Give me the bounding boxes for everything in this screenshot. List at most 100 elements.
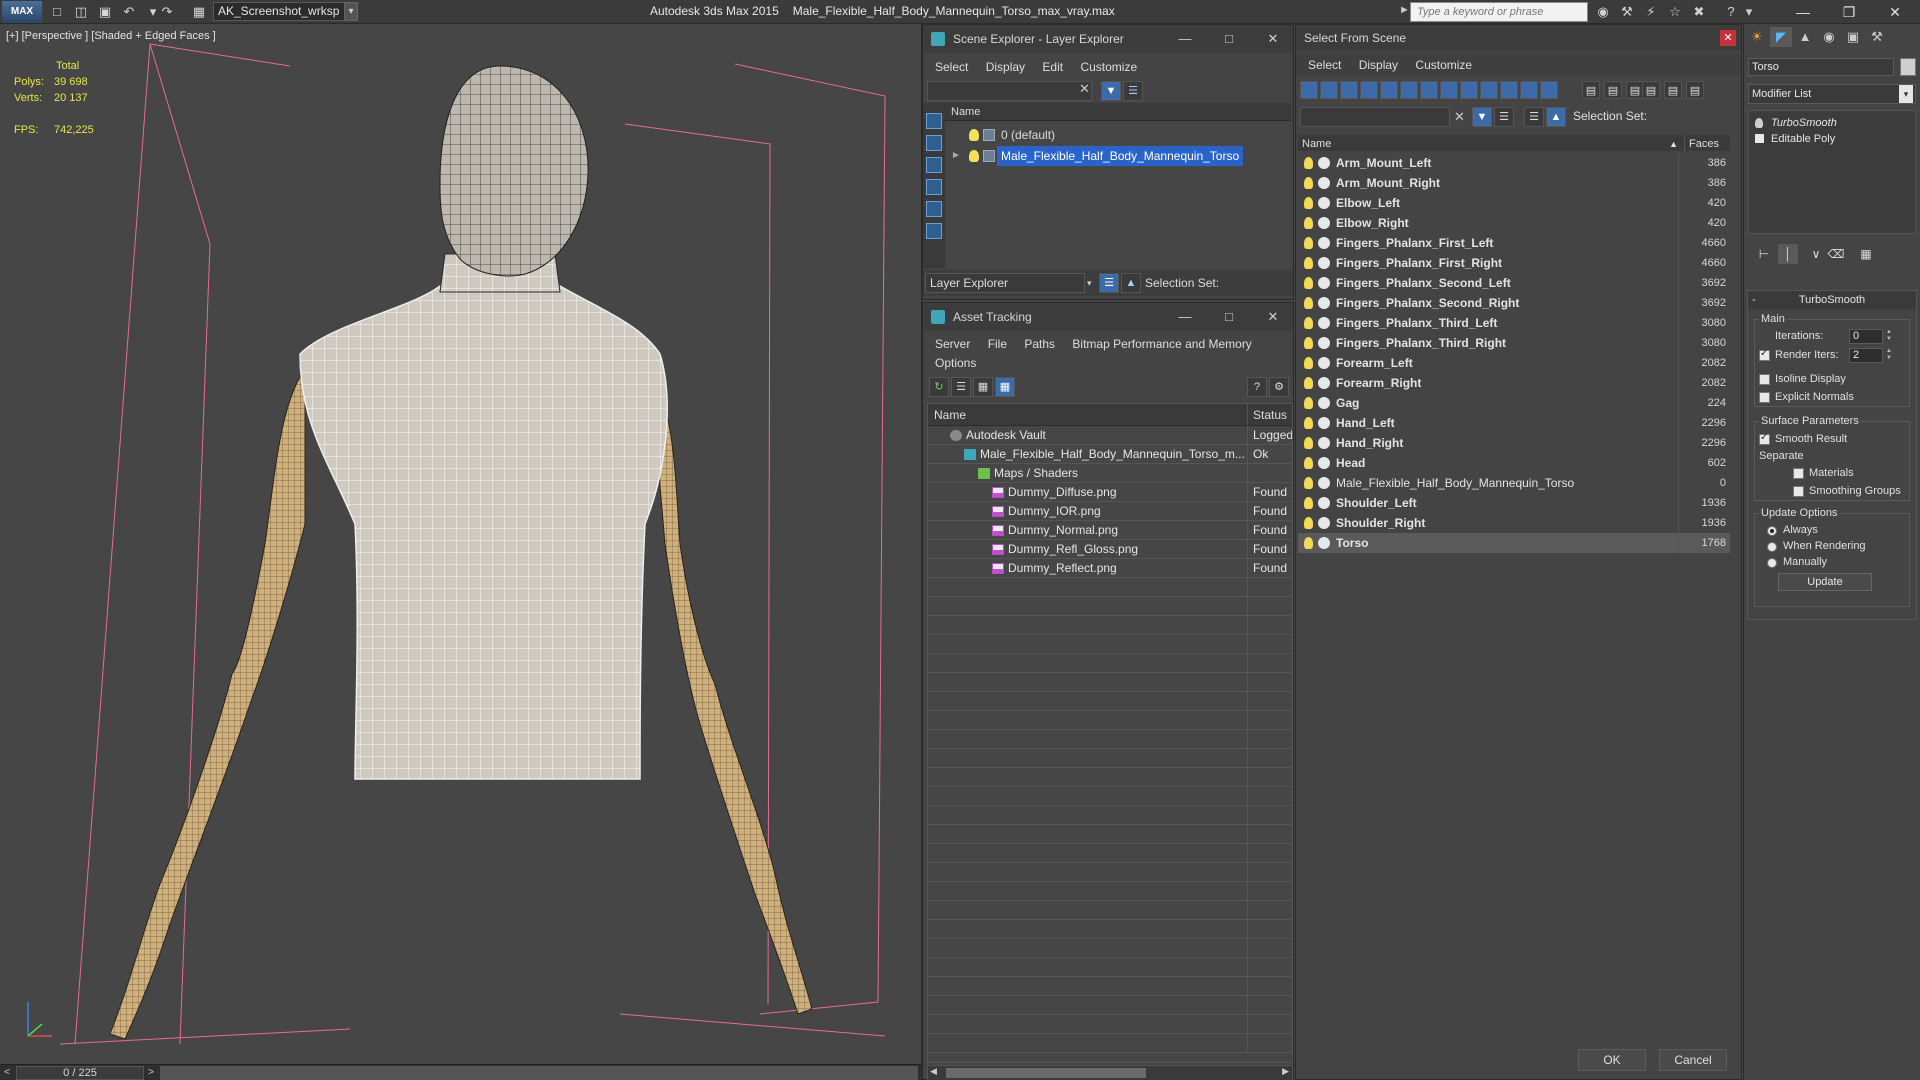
at-scroll-thumb[interactable]	[946, 1068, 1146, 1078]
configure-sets-icon[interactable]: ▦	[1856, 244, 1876, 264]
sort-list-icon[interactable]: ▤	[1664, 81, 1682, 99]
lightbulb-icon[interactable]	[1304, 197, 1313, 209]
binoculars-icon[interactable]: ◉	[1594, 3, 1612, 21]
object-row[interactable]: Fingers_Phalanx_First_Right 4660	[1298, 253, 1730, 273]
at-table-view-icon[interactable]: ▦	[995, 377, 1015, 397]
se-maximize-icon[interactable]: □	[1207, 25, 1251, 53]
remove-modifier-icon[interactable]: ⌫	[1826, 244, 1846, 264]
update-button[interactable]: Update	[1778, 573, 1872, 591]
stack-item-turbosmooth[interactable]: TurboSmooth	[1749, 115, 1915, 131]
help-search-input[interactable]: Type a keyword or phrase	[1410, 2, 1588, 22]
se-menu-select[interactable]: Select	[935, 60, 968, 74]
select-none-icon[interactable]: ▤	[1604, 81, 1622, 99]
lightbulb-icon[interactable]	[1304, 337, 1313, 349]
smooth-result-checkbox[interactable]	[1759, 432, 1770, 445]
se-filter-icon[interactable]: ▼	[1101, 81, 1121, 101]
asset-row[interactable]: Dummy_IOR.png Found	[928, 502, 1292, 521]
object-row[interactable]: Forearm_Right 2082	[1298, 373, 1730, 393]
filter-shapes-icon[interactable]	[1320, 81, 1338, 99]
lightbulb-icon[interactable]	[1304, 477, 1313, 489]
modify-tab-icon[interactable]: ◤	[1770, 27, 1792, 47]
modifier-list-dropdown[interactable]: Modifier List ▾	[1748, 84, 1916, 104]
layer-row[interactable]: 0 (default)	[945, 125, 1291, 145]
se-search-input[interactable]	[927, 81, 1092, 101]
se-display-cameras-icon[interactable]	[926, 179, 942, 195]
sfs-title[interactable]: Select From Scene	[1296, 25, 1741, 51]
se-layers-mode-icon[interactable]: ☰	[1099, 273, 1119, 293]
at-settings-icon[interactable]: ⚙	[1269, 377, 1289, 397]
object-row[interactable]: Fingers_Phalanx_Third_Left 3080	[1298, 313, 1730, 333]
filter-geometry-icon[interactable]	[1300, 81, 1318, 99]
display-children-icon[interactable]: ▤	[1686, 81, 1704, 99]
sfs-menu-select[interactable]: Select	[1308, 58, 1341, 72]
object-row[interactable]: Torso 1768	[1298, 533, 1730, 553]
explorer-combo-arrow-icon[interactable]: ▾	[1087, 273, 1092, 293]
se-hierarchy-mode-icon[interactable]: ▲	[1121, 273, 1141, 293]
se-close-icon[interactable]: ✕	[1251, 25, 1295, 53]
turbosmooth-rollout-header[interactable]: - TurboSmooth	[1748, 291, 1916, 309]
smoothing-groups-checkbox[interactable]	[1793, 486, 1804, 497]
time-slider[interactable]: 0 / 225	[16, 1066, 144, 1080]
close-icon[interactable]: ✕	[1872, 0, 1918, 24]
se-display-helpers-icon[interactable]	[926, 201, 942, 217]
lightbulb-icon[interactable]	[1304, 317, 1313, 329]
lightbulb-icon[interactable]	[1304, 277, 1313, 289]
asset-row[interactable]: Maps / Shaders	[928, 464, 1292, 483]
object-color-swatch[interactable]	[1900, 58, 1916, 76]
object-name-field[interactable]: Torso	[1748, 58, 1894, 76]
iterations-spinner-arrows-icon[interactable]: ▲ ▼	[1885, 329, 1893, 344]
at-minimize-icon[interactable]: —	[1163, 303, 1207, 331]
display-tab-icon[interactable]: ▣	[1842, 27, 1864, 47]
sfs-clear-search-icon[interactable]: ✕	[1454, 109, 1465, 125]
when-rendering-radio[interactable]	[1767, 542, 1777, 552]
filter-groups-icon[interactable]	[1420, 81, 1438, 99]
app-logo[interactable]: MAX	[2, 1, 42, 23]
filter-spacewarps-icon[interactable]	[1400, 81, 1418, 99]
at-menu-server[interactable]: Server	[935, 337, 970, 351]
isoline-display-checkbox[interactable]	[1759, 374, 1770, 385]
object-row[interactable]: Fingers_Phalanx_Second_Right 3692	[1298, 293, 1730, 313]
create-tab-icon[interactable]: ☀	[1746, 27, 1768, 47]
show-end-result-icon[interactable]: │	[1778, 244, 1798, 264]
stack-item-editable-poly[interactable]: Editable Poly	[1749, 131, 1915, 147]
filter-hidden-icon[interactable]	[1520, 81, 1538, 99]
make-unique-icon[interactable]: ∨	[1806, 244, 1826, 264]
select-all-icon[interactable]: ▤	[1582, 81, 1600, 99]
object-row[interactable]: Head 602	[1298, 453, 1730, 473]
asset-row[interactable]: Dummy_Diffuse.png Found	[928, 483, 1292, 502]
search-arrow-icon[interactable]: ►	[1399, 4, 1410, 16]
at-menu-file[interactable]: File	[988, 337, 1007, 351]
sfs-menu-display[interactable]: Display	[1359, 58, 1398, 72]
lightbulb-icon[interactable]	[1304, 417, 1313, 429]
se-minimize-icon[interactable]: —	[1163, 25, 1207, 53]
at-menu-options[interactable]: Options	[935, 356, 976, 370]
help-icon[interactable]: ?	[1722, 3, 1740, 21]
help-dropdown-icon[interactable]: ▾	[1740, 3, 1758, 21]
ok-button[interactable]: OK	[1578, 1049, 1646, 1071]
lightbulb-icon[interactable]	[1755, 118, 1763, 128]
exchange-icon[interactable]: ✖	[1690, 3, 1708, 21]
object-row[interactable]: Male_Flexible_Half_Body_Mannequin_Torso 0	[1298, 473, 1730, 493]
filter-helpers-icon[interactable]	[1380, 81, 1398, 99]
lightbulb-icon[interactable]	[1304, 377, 1313, 389]
minimize-icon[interactable]: —	[1780, 0, 1826, 24]
lightbulb-icon[interactable]	[1304, 397, 1313, 409]
se-clear-search-icon[interactable]: ✕	[1079, 81, 1090, 97]
timeline-track[interactable]	[160, 1066, 918, 1080]
redo-icon[interactable]: ↷	[158, 3, 176, 21]
at-menu-bitmap[interactable]: Bitmap Performance and Memory	[1072, 337, 1251, 351]
se-menu-edit[interactable]: Edit	[1042, 60, 1063, 74]
lightbulb-icon[interactable]	[1304, 217, 1313, 229]
filter-bones-icon[interactable]	[1460, 81, 1478, 99]
iterations-spinner[interactable]: 0	[1849, 329, 1883, 344]
motion-tab-icon[interactable]: ◉	[1818, 27, 1840, 47]
sfs-hierarchy-icon[interactable]: ▲	[1546, 107, 1566, 127]
asset-row[interactable]: Male_Flexible_Half_Body_Mannequin_Torso_…	[928, 445, 1292, 464]
asset-row[interactable]: Autodesk Vault Logged	[928, 426, 1292, 445]
expand-arrow-icon[interactable]: ►	[951, 146, 961, 166]
asset-row[interactable]: Dummy_Normal.png Found	[928, 521, 1292, 540]
lightbulb-icon[interactable]	[1304, 177, 1313, 189]
object-row[interactable]: Gag 224	[1298, 393, 1730, 413]
sfs-layers-icon[interactable]: ☰	[1524, 107, 1544, 127]
always-radio[interactable]	[1767, 526, 1777, 536]
